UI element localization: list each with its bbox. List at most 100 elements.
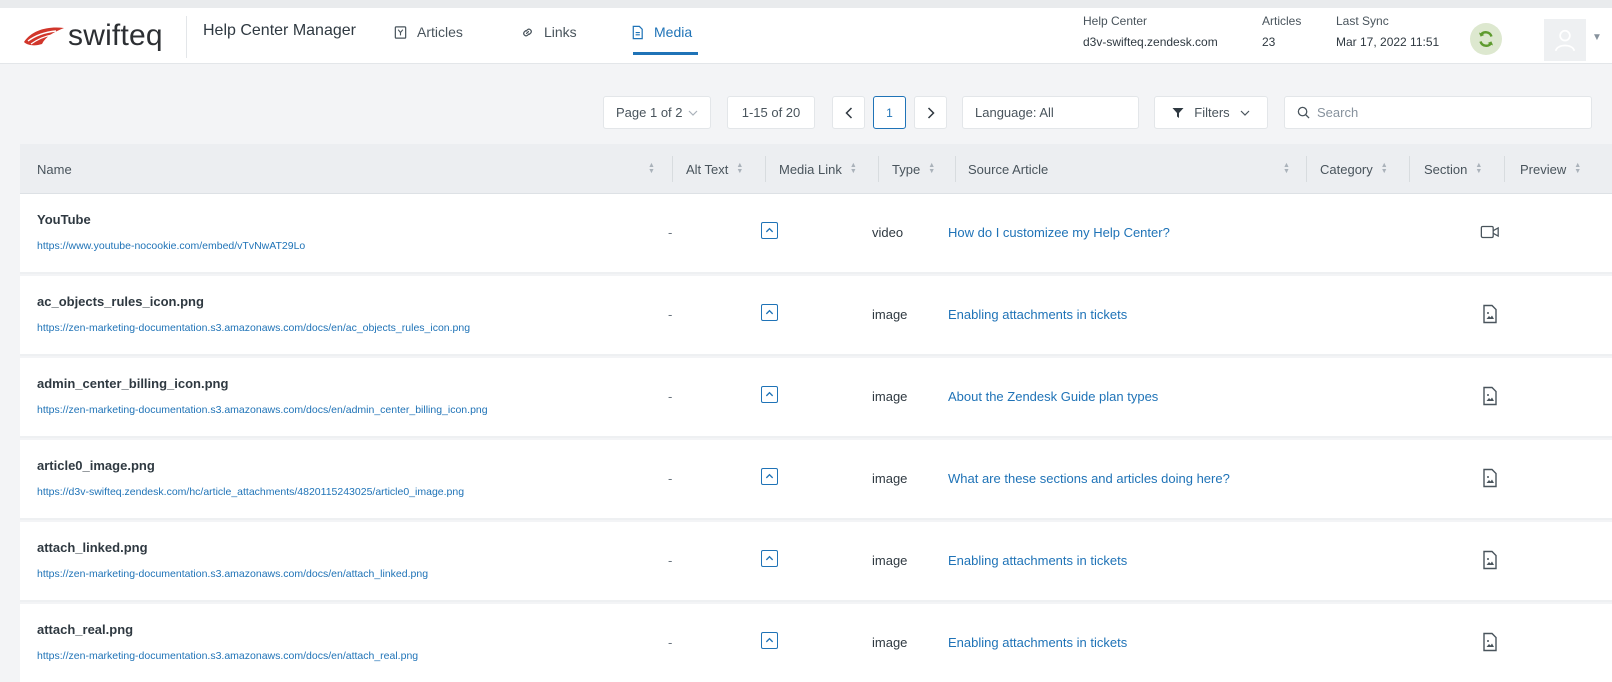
column-header-label: Category	[1320, 161, 1373, 177]
preview-button[interactable]	[1478, 385, 1502, 407]
column-header-section[interactable]: Section ▲ ▼	[1424, 144, 1482, 194]
search-input[interactable]: Search	[1284, 96, 1592, 129]
nav-articles[interactable]: Articles	[393, 24, 463, 40]
media-link-button[interactable]	[761, 632, 778, 649]
nav-links-label: Links	[544, 24, 577, 40]
table-header: Name ▲ ▼ Alt Text ▲ ▼ Media Link ▲ ▼ Type ▲ ▼ S…	[20, 144, 1612, 194]
alt-text: -	[668, 389, 673, 404]
user-icon	[1554, 29, 1576, 52]
external-link-icon	[765, 227, 774, 233]
media-file-icon	[632, 25, 643, 39]
media-link-button[interactable]	[761, 386, 778, 403]
sort-icon: ▲ ▼	[1574, 162, 1582, 175]
column-header-label: Section	[1424, 161, 1468, 177]
prev-page-button[interactable]	[832, 96, 865, 129]
nav-media[interactable]: Media	[630, 24, 692, 40]
preview-button[interactable]	[1478, 631, 1502, 653]
swifteq-logo[interactable]: swifteq	[22, 18, 163, 54]
source-article-link[interactable]: Enabling attachments in tickets	[948, 635, 1127, 650]
range-text: 1-15 of 20	[741, 105, 801, 120]
column-header-alt-text[interactable]: Alt Text ▲ ▼	[686, 144, 743, 194]
article-icon	[394, 25, 407, 39]
language-value: Language: All	[975, 105, 1054, 120]
sort-name-icon[interactable]: ▲ ▼	[640, 144, 655, 194]
chevron-right-icon	[927, 106, 935, 119]
column-separator	[1504, 156, 1505, 182]
preview-button[interactable]	[1478, 221, 1502, 243]
media-url[interactable]: https://www.youtube-nocookie.com/embed/v…	[37, 240, 305, 252]
media-link-button[interactable]	[761, 222, 778, 239]
table-row[interactable]: article0_image.png https://d3v-swifteq.z…	[20, 440, 1612, 520]
media-url[interactable]: https://zen-marketing-documentation.s3.a…	[37, 568, 428, 580]
media-type: image	[872, 635, 908, 650]
nav-media-label: Media	[654, 24, 693, 40]
media-url[interactable]: https://zen-marketing-documentation.s3.a…	[37, 322, 470, 334]
table-row[interactable]: admin_center_billing_icon.png https://ze…	[20, 358, 1612, 438]
table-row[interactable]: ac_objects_rules_icon.png https://zen-ma…	[20, 276, 1612, 356]
media-type: video	[872, 225, 904, 240]
table-row[interactable]: attach_linked.png https://zen-marketing-…	[20, 522, 1612, 602]
chevron-down-icon	[688, 110, 698, 116]
language-select[interactable]: Language: All	[962, 96, 1139, 129]
column-header-media-link[interactable]: Media Link ▲ ▼	[779, 144, 857, 194]
chevron-down-icon	[1240, 110, 1250, 116]
help-center-value: d3v-swifteq.zendesk.com	[1083, 35, 1218, 49]
media-url[interactable]: https://zen-marketing-documentation.s3.a…	[37, 650, 418, 662]
source-article-link[interactable]: Enabling attachments in tickets	[948, 307, 1127, 322]
alt-text: -	[668, 635, 673, 650]
external-link-icon	[765, 555, 774, 561]
filters-button[interactable]: Filters	[1154, 96, 1268, 129]
table-row[interactable]: attach_real.png https://zen-marketing-do…	[20, 604, 1612, 682]
column-header-source-article[interactable]: Source Article	[968, 144, 1048, 194]
chevron-down-icon[interactable]: ▼	[1592, 32, 1602, 43]
preview-button[interactable]	[1478, 549, 1502, 571]
page-select-value: Page 1 of 2	[616, 105, 683, 120]
next-page-button[interactable]	[914, 96, 947, 129]
media-url[interactable]: https://zen-marketing-documentation.s3.a…	[37, 404, 488, 416]
source-article-link[interactable]: Enabling attachments in tickets	[948, 553, 1127, 568]
source-article-link[interactable]: What are these sections and articles doi…	[948, 471, 1230, 486]
column-separator	[955, 156, 956, 182]
column-header-type[interactable]: Type ▲ ▼	[892, 144, 935, 194]
preview-button[interactable]	[1478, 467, 1502, 489]
image-file-icon	[1483, 632, 1497, 652]
range-indicator: 1-15 of 20	[727, 96, 815, 129]
sync-button[interactable]	[1470, 23, 1502, 55]
media-link-button[interactable]	[761, 550, 778, 567]
media-url[interactable]: https://d3v-swifteq.zendesk.com/hc/artic…	[37, 486, 464, 498]
nav-active-indicator	[633, 52, 698, 55]
external-link-icon	[765, 391, 774, 397]
window-top-strip	[0, 0, 1612, 8]
alt-text: -	[668, 553, 673, 568]
column-header-label: Alt Text	[686, 161, 729, 177]
sort-icon: ▲ ▼	[849, 162, 857, 175]
current-page-number: 1	[886, 105, 893, 120]
avatar[interactable]	[1544, 19, 1586, 61]
page-select[interactable]: Page 1 of 2	[603, 96, 711, 129]
media-name: YouTube	[37, 212, 91, 227]
media-link-button[interactable]	[761, 468, 778, 485]
sort-icon: ▲ ▼	[1475, 162, 1483, 175]
media-name: attach_real.png	[37, 622, 134, 637]
column-separator	[878, 156, 879, 182]
column-header-label: Preview	[1520, 161, 1567, 177]
column-header-label: Media Link	[779, 161, 842, 177]
column-header-category[interactable]: Category ▲ ▼	[1320, 144, 1388, 194]
table-row[interactable]: YouTube https://www.youtube-nocookie.com…	[20, 194, 1612, 274]
column-header-name[interactable]: Name	[37, 144, 72, 194]
current-page-button[interactable]: 1	[873, 96, 906, 129]
column-separator	[1409, 156, 1410, 182]
media-link-button[interactable]	[761, 304, 778, 321]
app-title: Help Center Manager	[203, 22, 356, 39]
column-header-label: Source Article	[968, 161, 1049, 177]
sort-source-article-icon[interactable]: ▲ ▼	[1275, 144, 1290, 194]
source-article-link[interactable]: How do I customizee my Help Center?	[948, 225, 1170, 240]
column-separator	[765, 156, 766, 182]
preview-button[interactable]	[1478, 303, 1502, 325]
sync-icon	[1479, 31, 1493, 47]
column-header-preview[interactable]: Preview ▲ ▼	[1520, 144, 1581, 194]
source-article-link[interactable]: About the Zendesk Guide plan types	[948, 389, 1158, 404]
logo-text: swifteq	[68, 19, 163, 52]
alt-text: -	[668, 307, 673, 322]
nav-links[interactable]: Links	[520, 24, 577, 40]
